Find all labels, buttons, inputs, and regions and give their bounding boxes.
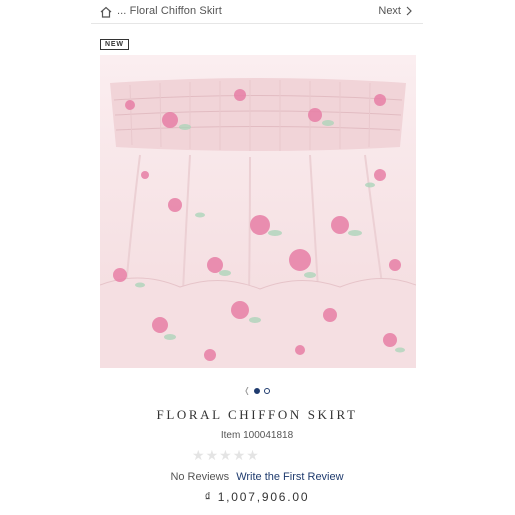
home-icon[interactable]	[99, 5, 113, 19]
star-icon: ★	[192, 447, 205, 463]
next-label: Next	[378, 5, 401, 17]
top-bar: ... Floral Chiffon Skirt Next	[91, 0, 423, 24]
item-number: Item 100041818	[220, 430, 294, 441]
product-page: ... Floral Chiffon Skirt Next NEW ❬ FLOR…	[91, 0, 423, 515]
product-image[interactable]	[100, 55, 416, 368]
carousel-dot-1[interactable]	[254, 388, 261, 394]
no-reviews-label: No Reviews	[170, 471, 230, 483]
chevron-right-icon	[406, 6, 412, 16]
breadcrumb[interactable]: ... Floral Chiffon Skirt	[117, 5, 222, 17]
star-icon: ★	[232, 447, 246, 463]
star-icon: ★	[246, 447, 259, 463]
rating-stars: ★ ★ ★ ★ ★	[192, 448, 259, 462]
carousel-dot-2[interactable]	[264, 388, 271, 394]
star-icon: ★	[205, 447, 219, 463]
next-button[interactable]: Next	[378, 5, 413, 17]
star-icon: ★	[219, 447, 232, 463]
chevron-left-icon[interactable]: ❬	[244, 387, 251, 395]
carousel-indicator: ❬	[91, 387, 423, 395]
write-review-link[interactable]: Write the First Review	[236, 471, 343, 483]
new-badge: NEW	[100, 39, 129, 50]
product-title: FLORAL CHIFFON SKIRT	[156, 407, 358, 422]
reviews-line: No Reviews Write the First Review	[91, 471, 423, 483]
skirt-photo	[100, 55, 416, 368]
product-price: ₫ 1,007,906.00	[204, 490, 310, 504]
